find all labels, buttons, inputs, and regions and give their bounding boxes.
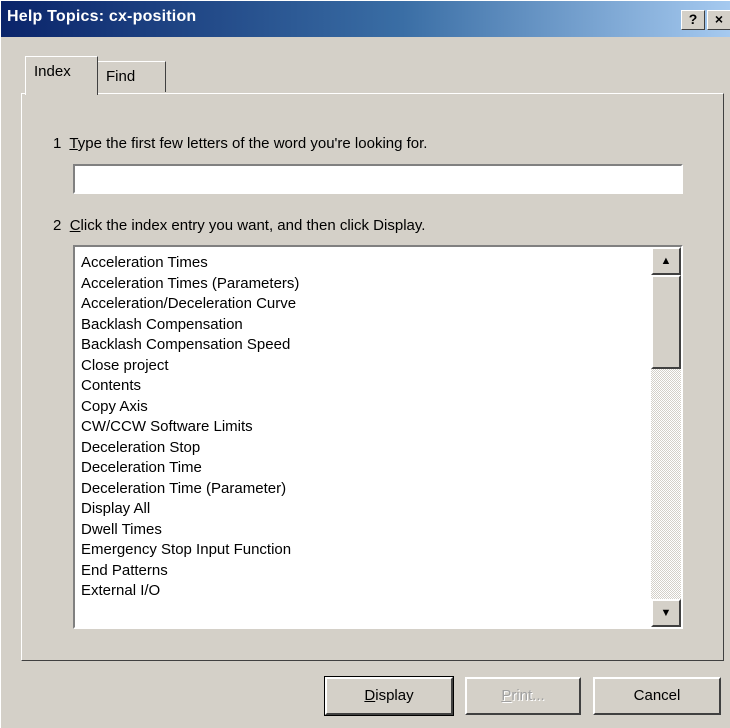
step-2-text: lick the index entry you want, and then …	[80, 217, 426, 234]
step-1-mnemonic: T	[69, 135, 78, 152]
index-entry[interactable]: Close project	[81, 356, 651, 377]
cancel-button[interactable]: Cancel	[593, 677, 721, 715]
index-entry[interactable]: Acceleration Times	[81, 253, 651, 274]
print-mnemonic: P	[501, 687, 512, 704]
title-bar[interactable]: Help Topics: cx-position ? ×	[1, 1, 730, 37]
index-entry[interactable]: Backlash Compensation Speed	[81, 335, 651, 356]
index-entry[interactable]: Contents	[81, 376, 651, 397]
index-entry[interactable]: Deceleration Time (Parameter)	[81, 479, 651, 500]
print-label: rint...	[511, 687, 545, 704]
index-entry[interactable]: CW/CCW Software Limits	[81, 417, 651, 438]
index-entry[interactable]: Emergency Stop Input Function	[81, 540, 651, 561]
scroll-down-icon[interactable]: ▼	[651, 599, 681, 627]
step-2-instruction: 2 Click the index entry you want, and th…	[53, 217, 425, 234]
help-icon[interactable]: ?	[681, 10, 705, 30]
step-1-number: 1	[53, 135, 62, 152]
index-entry[interactable]: Dwell Times	[81, 520, 651, 541]
step-1-instruction: 1 Type the first few letters of the word…	[53, 135, 427, 152]
step-1-text: ype the first few letters of the word yo…	[77, 135, 428, 152]
scrollbar-thumb[interactable]	[651, 275, 681, 369]
display-button[interactable]: Display	[324, 676, 454, 716]
index-entry[interactable]: Display All	[81, 499, 651, 520]
close-icon[interactable]: ×	[707, 10, 730, 30]
index-entry[interactable]: External I/O	[81, 581, 651, 602]
scroll-up-icon[interactable]: ▲	[651, 247, 681, 275]
index-entry[interactable]: Copy Axis	[81, 397, 651, 418]
tab-index-label: Index	[34, 63, 71, 80]
step-2-number: 2	[53, 217, 62, 234]
search-input[interactable]	[73, 164, 683, 194]
window-title: Help Topics: cx-position	[7, 8, 197, 25]
tab-index[interactable]: Index	[25, 56, 98, 95]
index-entry-list: Acceleration Times Acceleration Times (P…	[81, 253, 651, 602]
help-topics-dialog: Help Topics: cx-position ? × Index Find …	[0, 0, 730, 728]
print-button[interactable]: Print...	[465, 677, 581, 715]
step-2-mnemonic: C	[69, 217, 81, 234]
tab-find[interactable]: Find	[98, 61, 166, 92]
display-label: isplay	[375, 687, 414, 704]
index-entry[interactable]: Backlash Compensation	[81, 315, 651, 336]
vertical-scrollbar[interactable]: ▲ ▼	[651, 247, 681, 627]
index-entry[interactable]: Deceleration Time	[81, 458, 651, 479]
index-entry[interactable]: Acceleration Times (Parameters)	[81, 274, 651, 295]
display-mnemonic: D	[364, 687, 376, 704]
index-entry[interactable]: Deceleration Stop	[81, 438, 651, 459]
index-listbox[interactable]: Acceleration Times Acceleration Times (P…	[73, 245, 683, 629]
index-entry[interactable]: End Patterns	[81, 561, 651, 582]
index-entry[interactable]: Acceleration/Deceleration Curve	[81, 294, 651, 315]
tab-find-label: Find	[106, 68, 136, 85]
